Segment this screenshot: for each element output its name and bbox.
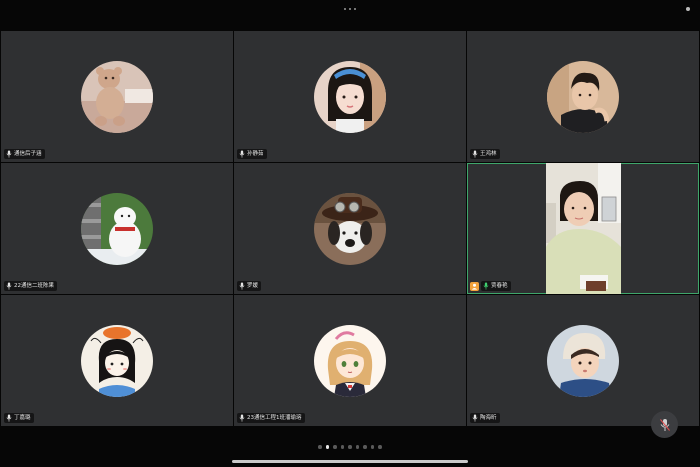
meeting-screen: 通信后子涵 孙静茹 王鸿林 22通信二班陈果 罗媛 贾春艳 丁嘉璐 23通信工程… [0,0,700,467]
page-dot[interactable] [370,445,375,449]
participant-avatar [314,324,386,397]
name-chip: 23通信工程1班潘瑜瑢 [237,413,305,423]
participant-name: 通信后子涵 [14,151,42,157]
mic-active-icon [483,282,489,290]
participant-name: 罗媛 [247,283,259,289]
girl-selfie-icon [314,60,386,133]
page-dot[interactable] [333,445,337,449]
camera-video-icon [546,163,621,294]
name-label: 22通信二班陈果 [4,281,57,291]
mic-muted-icon [472,414,478,422]
name-label: 丁嘉璐 [4,413,34,423]
mic-muted-icon [239,414,245,422]
anime-girl-icon [314,324,386,397]
name-chip: 王鸿林 [470,149,500,159]
name-label: 23通信工程1班潘瑜瑢 [237,413,305,423]
page-dot[interactable] [325,445,330,449]
more-dot [348,7,352,11]
page-indicator[interactable] [0,445,700,449]
floating-mic-button[interactable] [651,411,678,438]
participant-name: 贾春艳 [491,283,508,289]
mic-muted-icon [6,414,12,422]
plush-dog-with-hat-icon [314,192,386,265]
name-label: 王鸿林 [470,149,500,159]
name-label: 贾春艳 [470,281,511,291]
participant-avatar [314,192,386,265]
live-camera-feed [546,163,621,294]
host-badge-icon [470,281,479,291]
page-dot[interactable] [355,445,360,449]
name-label: 罗媛 [237,281,262,291]
name-chip: 22通信二班陈果 [4,281,57,291]
mic-muted-icon [239,282,245,290]
participant-avatar [81,324,153,397]
name-chip: 罗媛 [237,281,262,291]
participant-avatar [547,324,619,397]
participant-tile-active-speaker[interactable]: 贾春艳 [467,163,699,294]
more-options-handle[interactable] [340,5,360,13]
page-dot[interactable] [318,445,322,449]
mic-icon [659,418,670,431]
participant-tile[interactable]: 罗媛 [234,163,466,294]
baby-photo-icon [547,324,619,397]
mic-muted-icon [6,282,12,290]
mic-muted-icon [6,150,12,158]
name-label: 孙静茹 [237,149,267,159]
participant-tile[interactable]: 孙静茹 [234,31,466,162]
page-dot[interactable] [363,445,367,449]
participant-name: 孙静茹 [247,151,264,157]
participant-name: 丁嘉璐 [14,415,31,421]
name-chip: 通信后子涵 [4,149,45,159]
participant-tile[interactable]: 通信后子涵 [1,31,233,162]
cartoon-girl-icon [81,324,153,397]
page-dot[interactable] [378,445,382,449]
page-dot[interactable] [348,445,352,449]
participant-tile[interactable]: 22通信二班陈果 [1,163,233,294]
participant-name: 王鸿林 [480,151,497,157]
participant-avatar [81,192,153,265]
home-indicator[interactable] [232,460,468,463]
participant-avatar [81,60,153,133]
participant-name: 22通信二班陈果 [14,283,54,289]
mic-muted-icon [239,150,245,158]
participant-tile[interactable]: 王鸿林 [467,31,699,162]
participant-avatar [314,60,386,133]
more-dot [343,7,346,11]
participant-tile[interactable]: 陶海昕 [467,295,699,426]
participant-tile[interactable]: 丁嘉璐 [1,295,233,426]
name-chip: 贾春艳 [481,281,511,291]
participant-name: 23通信工程1班潘瑜瑢 [247,415,302,421]
name-chip: 丁嘉璐 [4,413,34,423]
name-label: 通信后子涵 [4,149,45,159]
participant-name: 陶海昕 [480,415,497,421]
name-chip: 陶海昕 [470,413,500,423]
name-chip: 孙静茹 [237,149,267,159]
person-icon [471,283,478,290]
snow-dog-photo-icon [81,192,153,265]
page-dot[interactable] [340,445,345,449]
name-label: 陶海昕 [470,413,500,423]
participant-avatar [547,60,619,133]
boy-selfie-icon [547,60,619,133]
more-dot [354,7,357,11]
participant-tile[interactable]: 23通信工程1班潘瑜瑢 [234,295,466,426]
teddy-bear-photo-icon [81,60,153,133]
camera-indicator-icon [686,7,690,11]
participant-grid: 通信后子涵 孙静茹 王鸿林 22通信二班陈果 罗媛 贾春艳 丁嘉璐 23通信工程… [1,31,699,426]
mic-muted-icon [472,150,478,158]
